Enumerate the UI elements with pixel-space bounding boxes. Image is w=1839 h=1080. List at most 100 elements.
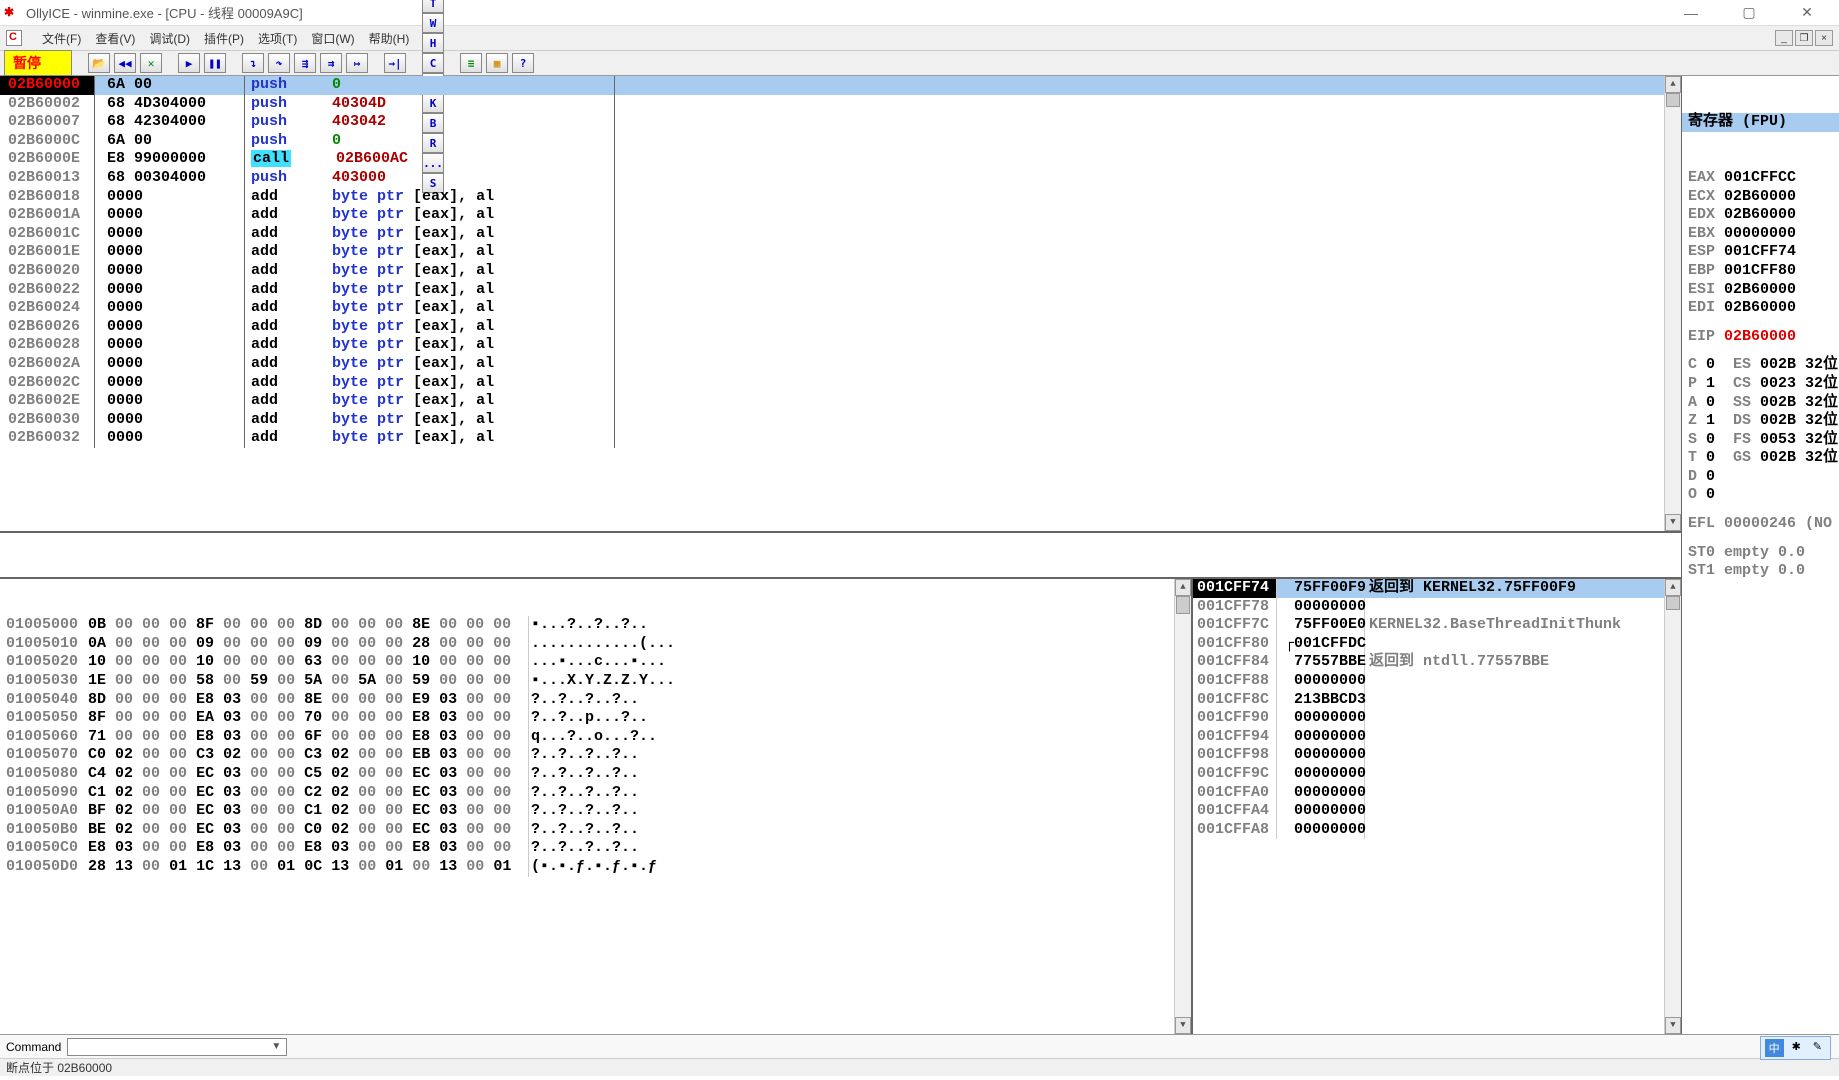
disasm-row[interactable]: 02B6001C0000add byte ptr [eax], al <box>0 225 1681 244</box>
stack-row[interactable]: 001CFF7C 75FF00E0KERNEL32.BaseThreadInit… <box>1193 616 1681 635</box>
disasm-row[interactable]: 02B6001E0000add byte ptr [eax], al <box>0 243 1681 262</box>
dump-row[interactable]: 010050508F 00 00 00 EA 03 00 00 70 00 00… <box>0 709 1191 728</box>
dump-row[interactable]: 0100502010 00 00 00 10 00 00 00 63 00 00… <box>0 653 1191 672</box>
appearance-button[interactable]: ▦ <box>486 53 508 73</box>
register-row[interactable]: EAX 001CFFCC <box>1682 169 1839 188</box>
flag-row[interactable]: A 0 SS 002B 32位 <box>1682 394 1839 413</box>
register-row[interactable]: EDX 02B60000 <box>1682 206 1839 225</box>
dropdown-icon[interactable]: ▼ <box>271 1041 281 1052</box>
stack-row[interactable]: 001CFF8C 213BBCD3 <box>1193 691 1681 710</box>
disasm-row[interactable]: 02B600300000add byte ptr [eax], al <box>0 411 1681 430</box>
dump-scrollbar[interactable]: ▲ ▼ <box>1174 579 1191 1034</box>
flag-row[interactable]: O 0 <box>1682 486 1839 505</box>
registers-pane[interactable]: 寄存器 (FPU) EAX 001CFFCCECX 02B60000EDX 02… <box>1682 76 1839 1034</box>
step-over-button[interactable]: ↷ <box>268 53 290 73</box>
disasm-row[interactable]: 02B6000C6A 00push 0 <box>0 132 1681 151</box>
menu-item[interactable]: 帮助(H) <box>369 32 410 46</box>
dump-row[interactable]: 010050000B 00 00 00 8F 00 00 00 8D 00 00… <box>0 616 1191 635</box>
menu-item[interactable]: 窗口(W) <box>311 32 354 46</box>
help-button[interactable]: ? <box>512 53 534 73</box>
stack-pane[interactable]: 001CFF74 75FF00F9返回到 KERNEL32.75FF00F9 00… <box>1191 579 1681 1034</box>
stack-row[interactable]: 001CFF9C 00000000 <box>1193 765 1681 784</box>
stack-row[interactable]: 001CFF74 75FF00F9返回到 KERNEL32.75FF00F9 <box>1193 579 1681 598</box>
dump-row[interactable]: 01005070C0 02 00 00 C3 02 00 00 C3 02 00… <box>0 746 1191 765</box>
window-button-w[interactable]: W <box>422 13 444 33</box>
eip-row[interactable]: EIP 02B60000 <box>1682 328 1839 347</box>
ime-icon-2[interactable]: ✎ <box>1809 1039 1826 1057</box>
register-row[interactable]: ESI 02B60000 <box>1682 281 1839 300</box>
dump-row[interactable]: 0100506071 00 00 00 E8 03 00 00 6F 00 00… <box>0 728 1191 747</box>
dump-row[interactable]: 010050D028 13 00 01 1C 13 00 01 0C 13 00… <box>0 858 1191 877</box>
command-input[interactable] <box>67 1038 287 1056</box>
flag-row[interactable]: S 0 FS 0053 32位 <box>1682 431 1839 450</box>
register-row[interactable]: ECX 02B60000 <box>1682 188 1839 207</box>
disasm-row[interactable]: 02B600200000add byte ptr [eax], al <box>0 262 1681 281</box>
flag-row[interactable]: Z 1 DS 002B 32位 <box>1682 412 1839 431</box>
register-row[interactable]: EBP 001CFF80 <box>1682 262 1839 281</box>
stack-scrollbar[interactable]: ▲ ▼ <box>1664 579 1681 1034</box>
hex-dump-pane[interactable]: 010050000B 00 00 00 8F 00 00 00 8D 00 00… <box>0 579 1191 1034</box>
register-row[interactable]: ESP 001CFF74 <box>1682 243 1839 262</box>
dump-row[interactable]: 010050301E 00 00 00 58 00 59 00 5A 00 5A… <box>0 672 1191 691</box>
ime-icon-1[interactable]: ✱ <box>1788 1039 1805 1057</box>
flag-row[interactable]: C 0 ES 002B 32位 <box>1682 356 1839 375</box>
stack-row[interactable]: 001CFF94 00000000 <box>1193 728 1681 747</box>
scroll-up-icon[interactable]: ▲ <box>1665 76 1681 93</box>
disasm-row[interactable]: 02B600240000add byte ptr [eax], al <box>0 299 1681 318</box>
mdi-close-button[interactable]: × <box>1815 30 1833 46</box>
disasm-row[interactable]: 02B600320000add byte ptr [eax], al <box>0 429 1681 448</box>
minimize-button[interactable]: — <box>1671 3 1711 23</box>
maximize-button[interactable]: ▢ <box>1729 3 1769 23</box>
scroll-up-icon[interactable]: ▲ <box>1665 579 1681 596</box>
stack-row[interactable]: 001CFF80┌001CFFDC <box>1193 635 1681 654</box>
goto-button[interactable]: →| <box>384 53 406 73</box>
disasm-row[interactable]: 02B6000768 42304000push 403042 <box>0 113 1681 132</box>
window-button-h[interactable]: H <box>422 33 444 53</box>
disasm-scrollbar[interactable]: ▲ ▼ <box>1664 76 1681 531</box>
flag-row[interactable]: P 1 CS 0023 32位 <box>1682 375 1839 394</box>
scroll-down-icon[interactable]: ▼ <box>1665 1017 1681 1034</box>
dump-row[interactable]: 010050408D 00 00 00 E8 03 00 00 8E 00 00… <box>0 691 1191 710</box>
window-button-c[interactable]: C <box>422 53 444 73</box>
close-button[interactable]: ✕ <box>1787 3 1827 23</box>
disasm-row[interactable]: 02B600006A 00push 0 <box>0 76 1681 95</box>
close-debuggee-button[interactable]: ✕ <box>140 53 162 73</box>
disasm-row[interactable]: 02B600260000add byte ptr [eax], al <box>0 318 1681 337</box>
dump-row[interactable]: 010050B0BE 02 00 00 EC 03 00 00 C0 02 00… <box>0 821 1191 840</box>
menu-item[interactable]: 查看(V) <box>95 32 135 46</box>
disasm-row[interactable]: 02B600280000add byte ptr [eax], al <box>0 336 1681 355</box>
ime-lang[interactable]: 中 <box>1765 1039 1784 1057</box>
disassembly-pane[interactable]: 02B600006A 00push 002B6000268 4D304000pu… <box>0 76 1681 531</box>
stack-row[interactable]: 001CFF84 77557BBE返回到 ntdll.77557BBE <box>1193 653 1681 672</box>
disasm-row[interactable]: 02B6000268 4D304000push 40304D <box>0 95 1681 114</box>
disasm-row[interactable]: 02B6001368 00304000push 403000 <box>0 169 1681 188</box>
restart-button[interactable]: ◀◀ <box>114 53 136 73</box>
scroll-up-icon[interactable]: ▲ <box>1175 579 1191 596</box>
dump-row[interactable]: 01005080C4 02 00 00 EC 03 00 00 C5 02 00… <box>0 765 1191 784</box>
dump-row[interactable]: 010050A0BF 02 00 00 EC 03 00 00 C1 02 00… <box>0 802 1191 821</box>
dump-row[interactable]: 010050100A 00 00 00 09 00 00 00 09 00 00… <box>0 635 1191 654</box>
disasm-row[interactable]: 02B6002A0000add byte ptr [eax], al <box>0 355 1681 374</box>
window-button-t[interactable]: T <box>422 0 444 13</box>
flag-row[interactable]: T 0 GS 002B 32位 <box>1682 449 1839 468</box>
open-button[interactable]: 📂 <box>88 53 110 73</box>
mdi-minimize-button[interactable]: _ <box>1775 30 1793 46</box>
mdi-restore-button[interactable]: ❐ <box>1795 30 1813 46</box>
scroll-down-icon[interactable]: ▼ <box>1175 1017 1191 1034</box>
disasm-row[interactable]: 02B6002C0000add byte ptr [eax], al <box>0 374 1681 393</box>
register-row[interactable]: EBX 00000000 <box>1682 225 1839 244</box>
dump-row[interactable]: 01005090C1 02 00 00 EC 03 00 00 C2 02 00… <box>0 784 1191 803</box>
menu-item[interactable]: 调试(D) <box>149 32 190 46</box>
ime-indicator[interactable]: 中 ✱ ✎ <box>1760 1036 1831 1060</box>
menu-item[interactable]: 插件(P) <box>204 32 244 46</box>
dump-row[interactable]: 010050C0E8 03 00 00 E8 03 00 00 E8 03 00… <box>0 839 1191 858</box>
stack-row[interactable]: 001CFF88 00000000 <box>1193 672 1681 691</box>
register-row[interactable]: EDI 02B60000 <box>1682 299 1839 318</box>
stack-row[interactable]: 001CFFA8 00000000 <box>1193 821 1681 840</box>
scroll-down-icon[interactable]: ▼ <box>1665 514 1681 531</box>
disasm-row[interactable]: 02B600180000add byte ptr [eax], al <box>0 188 1681 207</box>
disasm-row[interactable]: 02B6000EE8 99000000call 02B600AC <box>0 150 1681 169</box>
menu-item[interactable]: 选项(T) <box>258 32 297 46</box>
disasm-row[interactable]: 02B600220000add byte ptr [eax], al <box>0 281 1681 300</box>
trace-over-button[interactable]: ⇉ <box>320 53 342 73</box>
